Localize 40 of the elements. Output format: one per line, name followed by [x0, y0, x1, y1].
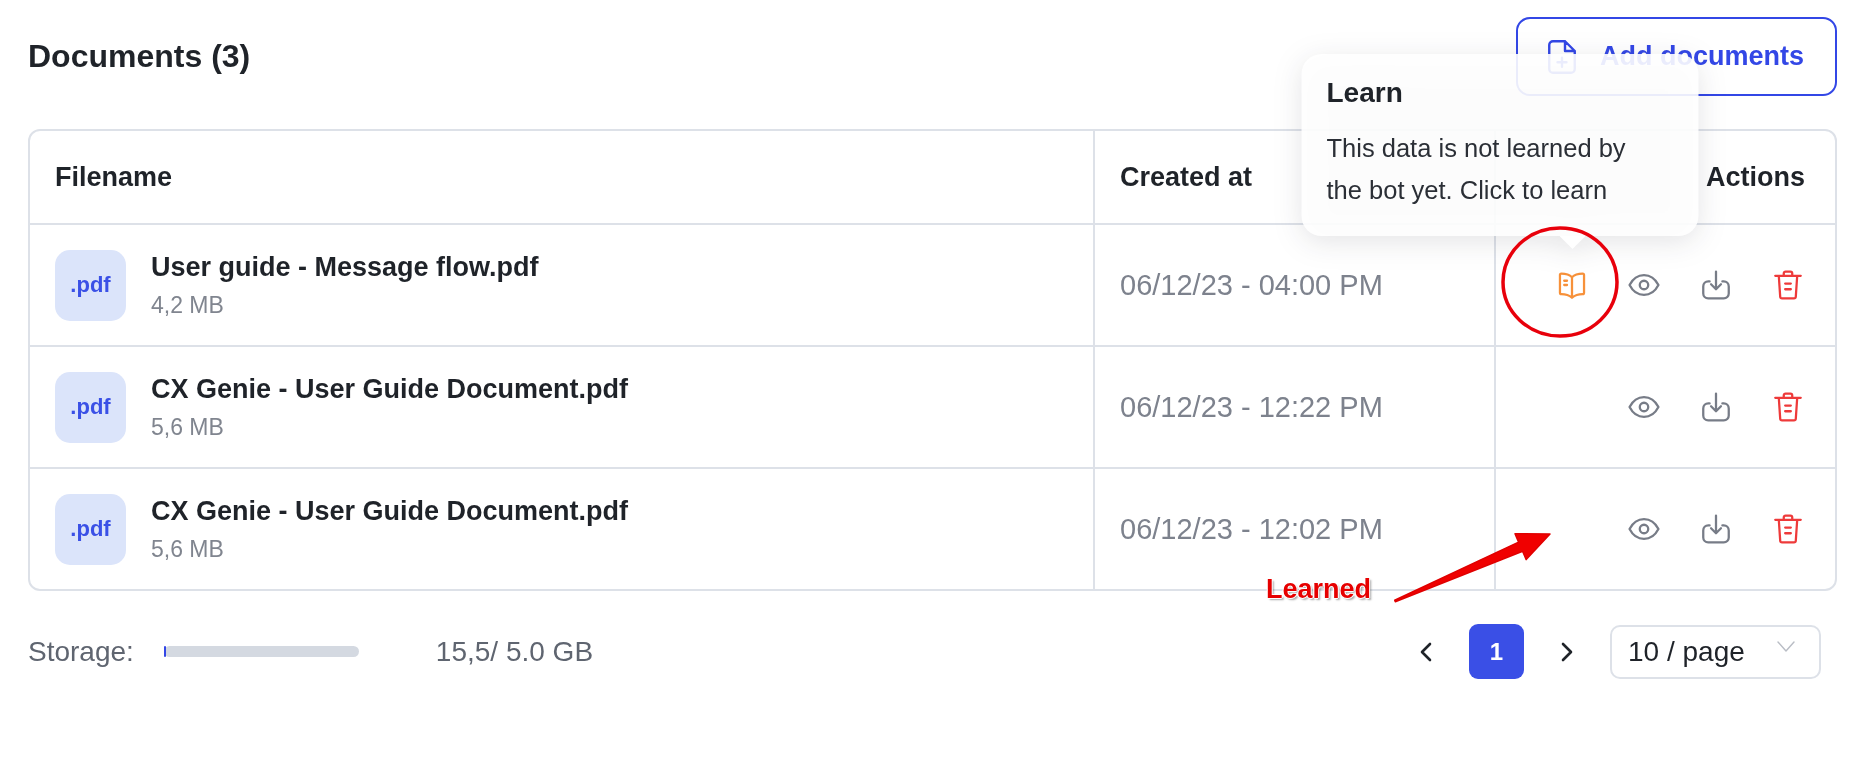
file-type-badge: .pdf	[55, 493, 126, 565]
chevron-right-icon	[1560, 640, 1574, 663]
column-header: Created at	[1120, 161, 1253, 193]
created-date: 06/12/23 - 04:00 PM	[1120, 268, 1383, 302]
file-name: User guide - Message flow.pdf	[151, 251, 539, 283]
chevron-down-icon	[1777, 641, 1795, 652]
file-type-badge: .pdf	[55, 371, 126, 443]
trash-icon	[1771, 268, 1805, 302]
page-button[interactable]: 1	[1469, 624, 1524, 679]
chevron-left-icon	[1419, 640, 1433, 663]
page-title: Documents (3)	[28, 38, 251, 75]
download-button[interactable]	[1699, 268, 1733, 302]
column-header: Filename	[55, 161, 173, 193]
tooltip-text: This data is not learned by the bot yet. Click to learn	[1326, 133, 1627, 206]
previous-page-button[interactable]	[1419, 640, 1433, 663]
page-size-select[interactable]: 10 / page	[1610, 624, 1821, 679]
file-name: CX Genie - User Guide Document.pdf	[151, 495, 629, 527]
created-date: 06/12/23 - 12:02 PM	[1120, 512, 1383, 546]
file-size: 4,2 MB	[151, 291, 224, 319]
next-page-button[interactable]	[1560, 640, 1574, 663]
delete-button[interactable]	[1771, 268, 1805, 302]
file-size: 5,6 MB	[151, 413, 224, 441]
delete-button[interactable]	[1771, 512, 1805, 546]
column-header: Actions	[1706, 161, 1805, 193]
trash-icon	[1771, 390, 1805, 424]
storage-label: Storage:	[28, 635, 134, 668]
file-name: CX Genie - User Guide Document.pdf	[151, 373, 629, 405]
download-icon	[1699, 512, 1733, 546]
created-date: 06/12/23 - 12:22 PM	[1120, 390, 1383, 424]
download-button[interactable]	[1699, 512, 1733, 546]
download-icon	[1699, 390, 1733, 424]
download-icon	[1699, 268, 1733, 302]
trash-icon	[1771, 512, 1805, 546]
storage-usage-text: 15,5/ 5.0 GB	[435, 635, 594, 668]
file-type-badge: .pdf	[55, 249, 126, 321]
delete-button[interactable]	[1771, 390, 1805, 424]
tooltip-title: Learn	[1326, 76, 1403, 110]
download-button[interactable]	[1699, 390, 1733, 424]
file-size: 5,6 MB	[151, 535, 224, 563]
annotation-label: Learned	[1266, 574, 1372, 605]
